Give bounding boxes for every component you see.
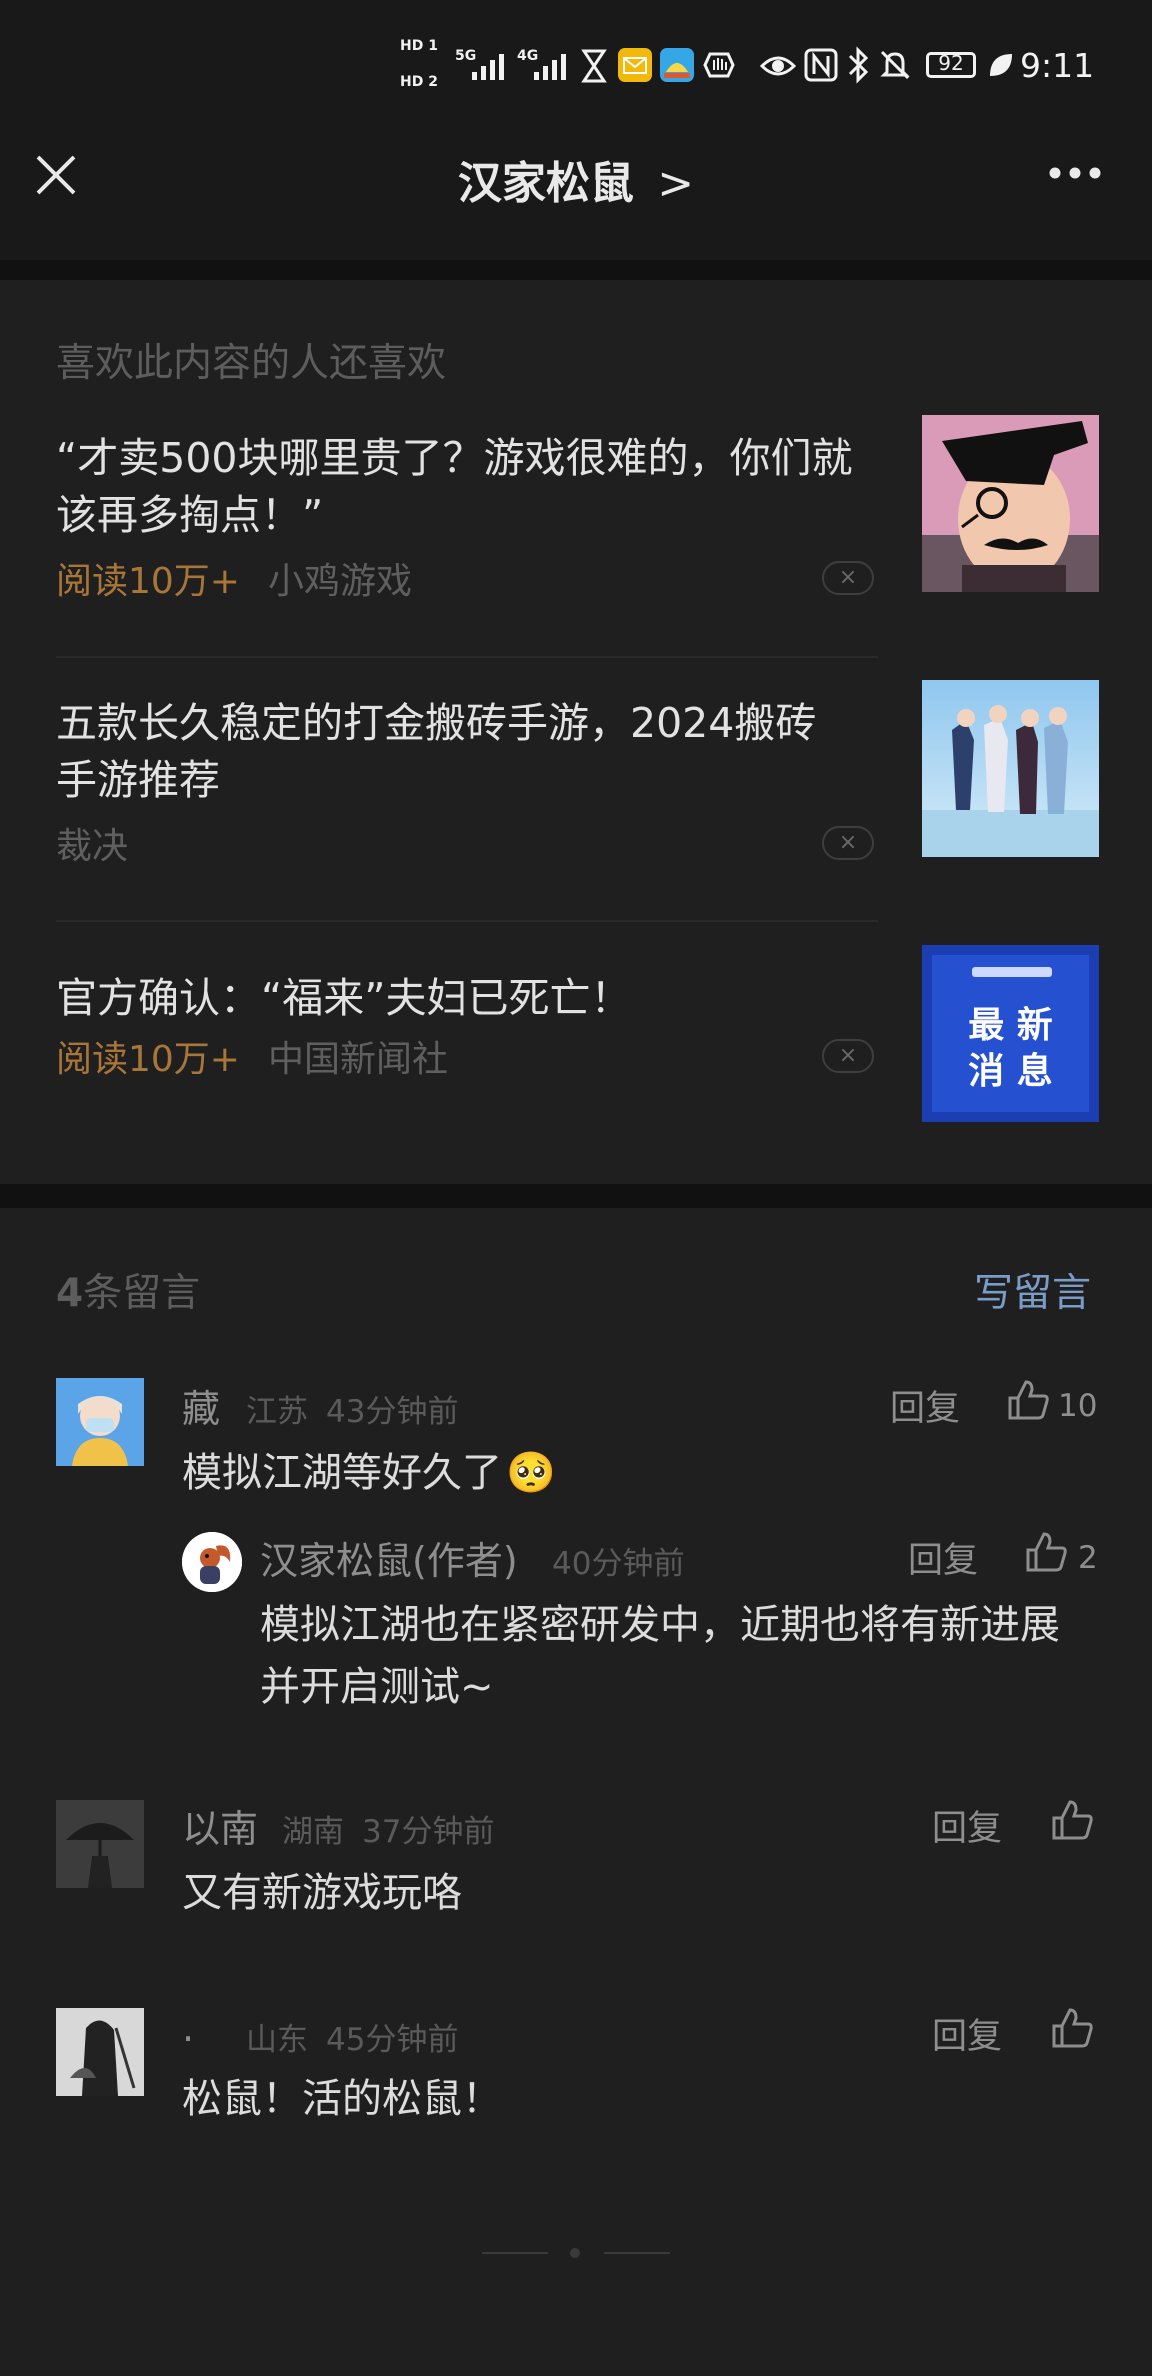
article-thumbnail[interactable]: 最 新 消 息	[922, 945, 1099, 1122]
reply-button[interactable]: 回复	[908, 1532, 978, 1583]
comment-body: 模拟江湖等好久了	[182, 1450, 502, 1496]
leaf-icon	[990, 54, 1012, 76]
author-name[interactable]: 汉家松鼠(作者)	[260, 1530, 518, 1585]
author-reply-text: 模拟江湖也在紧密研发中，近期也将有新进展 并开启测试~	[260, 1594, 1120, 1718]
article-source[interactable]: 裁决	[56, 817, 128, 869]
reply-button[interactable]: 回复	[890, 1380, 960, 1431]
comment-time: 45分钟前	[326, 2022, 459, 2058]
comment-time: 37分钟前	[362, 1814, 495, 1850]
commenter-location: 山东	[246, 2022, 308, 2058]
hand-icon	[703, 52, 735, 78]
comment-count: 4条留言	[56, 1262, 200, 1318]
author-avatar[interactable]	[182, 1532, 242, 1592]
comment-text: 松鼠！活的松鼠！	[182, 2076, 502, 2122]
recommend-item[interactable]: 官方确认：“福来”夫妇已死亡！ 阅读10万+ 中国新闻社 × 最 新 消 息	[56, 945, 1099, 1170]
avatar[interactable]	[56, 1378, 144, 1466]
portrait-thumbnail-image	[922, 415, 1099, 592]
recommend-heading: 喜欢此内容的人还喜欢	[56, 341, 447, 386]
more-icon[interactable]	[1048, 166, 1102, 180]
status-bar: HD 1 HD 2 5G 4G 92 9:11	[0, 0, 1152, 130]
commenter-location: 江苏	[246, 1394, 308, 1430]
thumbs-up-icon[interactable]	[1050, 1798, 1094, 1842]
write-comment-button[interactable]: 写留言	[974, 1262, 1091, 1318]
hourglass-icon	[581, 49, 607, 83]
game-thumbnail-image	[922, 680, 1099, 857]
dismiss-button[interactable]: ×	[822, 826, 874, 860]
reply-button[interactable]: 回复	[932, 2008, 1002, 2059]
sim2-label: HD 2	[400, 74, 438, 90]
commenter-name[interactable]: .	[182, 2006, 194, 2050]
account-name[interactable]: 汉家松鼠	[458, 158, 634, 209]
dismiss-button[interactable]: ×	[822, 561, 874, 595]
thumbs-up-icon[interactable]	[1024, 1530, 1068, 1574]
squirrel-avatar-image	[182, 1532, 242, 1592]
comment-time: 40分钟前	[552, 1546, 685, 1582]
article-source[interactable]: 小鸡游戏	[268, 552, 412, 604]
article-title[interactable]: 五款长久稳定的打金搬砖手游，2024搬砖手游推荐	[56, 695, 856, 809]
account-title[interactable]: 汉家松鼠 >	[0, 147, 1152, 211]
nfc-icon	[804, 48, 838, 82]
avatar[interactable]	[56, 1800, 144, 1888]
divider	[56, 920, 878, 922]
sim1-label: HD 1	[400, 38, 438, 54]
loading-line-left	[482, 2252, 548, 2254]
battery-icon: 92	[926, 51, 976, 78]
pleading-face-emoji: 🥺	[506, 1450, 556, 1496]
travel-app-icon	[660, 48, 694, 82]
article-thumbnail[interactable]	[922, 415, 1099, 592]
recommend-item[interactable]: “才卖500块哪里贵了？游戏很难的，你们就该再多掏点！” 阅读10万+ 小鸡游戏…	[56, 415, 1099, 640]
clock: 9:11	[1020, 46, 1095, 85]
article-title[interactable]: “才卖500块哪里贵了？游戏很难的，你们就该再多掏点！”	[56, 430, 856, 544]
like-count: 2	[1078, 1540, 1098, 1576]
thumbs-up-icon[interactable]	[1050, 2006, 1094, 2050]
comment-time: 43分钟前	[326, 1394, 459, 1430]
avatar[interactable]	[56, 2008, 144, 2096]
commenter-location: 湖南	[282, 1814, 344, 1850]
section-gap	[0, 1184, 1152, 1208]
chevron-right-icon[interactable]: >	[657, 158, 694, 209]
bluetooth-icon	[848, 46, 869, 84]
commenter-name[interactable]: 以南	[182, 1798, 258, 1853]
comment-count-label: 条留言	[83, 1271, 201, 1316]
article-thumbnail[interactable]	[922, 680, 1099, 857]
read-count: 阅读10万+	[56, 1039, 240, 1080]
thumbs-up-icon[interactable]	[1006, 1378, 1050, 1422]
reply-button[interactable]: 回复	[932, 1800, 1002, 1851]
comment-text: 又有新游戏玩咯	[182, 1870, 462, 1916]
article-title[interactable]: 官方确认：“福来”夫妇已死亡！	[56, 970, 856, 1027]
eye-icon	[760, 56, 796, 76]
ink-figure-avatar-image	[56, 2008, 144, 2096]
author-reply-line-2: 并开启测试~	[260, 1664, 494, 1710]
section-gap	[0, 260, 1152, 280]
thumb-headline-2: 消 息	[968, 1051, 1053, 1092]
umbrella-avatar-image	[56, 1800, 144, 1888]
signal-icon	[472, 54, 504, 80]
read-count: 阅读10万+	[56, 561, 240, 602]
divider	[56, 656, 878, 658]
signal-icon-2	[534, 54, 566, 80]
dismiss-button[interactable]: ×	[822, 1039, 874, 1073]
comments-section: 4条留言 写留言 藏 江苏 43分钟前 回复 10 模拟江湖等好久了 🥺 汉家松鼠…	[0, 1208, 1152, 2376]
loading-dot	[570, 2248, 580, 2258]
mail-app-icon	[618, 48, 652, 82]
comment-count-number: 4	[56, 1271, 84, 1316]
author-reply-line-1: 模拟江湖也在紧密研发中，近期也将有新进展	[260, 1602, 1060, 1648]
commenter-name[interactable]: 藏	[182, 1378, 220, 1433]
comment-text: 模拟江湖等好久了 🥺	[182, 1442, 556, 1504]
thumb-headline-1: 最 新	[968, 1005, 1053, 1046]
battery-level: 92	[938, 51, 964, 75]
like-count: 10	[1058, 1388, 1098, 1424]
user-avatar-image	[56, 1378, 144, 1466]
recommend-item[interactable]: 五款长久稳定的打金搬砖手游，2024搬砖手游推荐 裁决 ×	[56, 680, 1099, 905]
recommend-section: 喜欢此内容的人还喜欢 “才卖500块哪里贵了？游戏很难的，你们就该再多掏点！” …	[0, 280, 1152, 1184]
mute-bell-icon	[880, 50, 910, 80]
article-source[interactable]: 中国新闻社	[268, 1030, 448, 1082]
loading-line-right	[604, 2252, 670, 2254]
